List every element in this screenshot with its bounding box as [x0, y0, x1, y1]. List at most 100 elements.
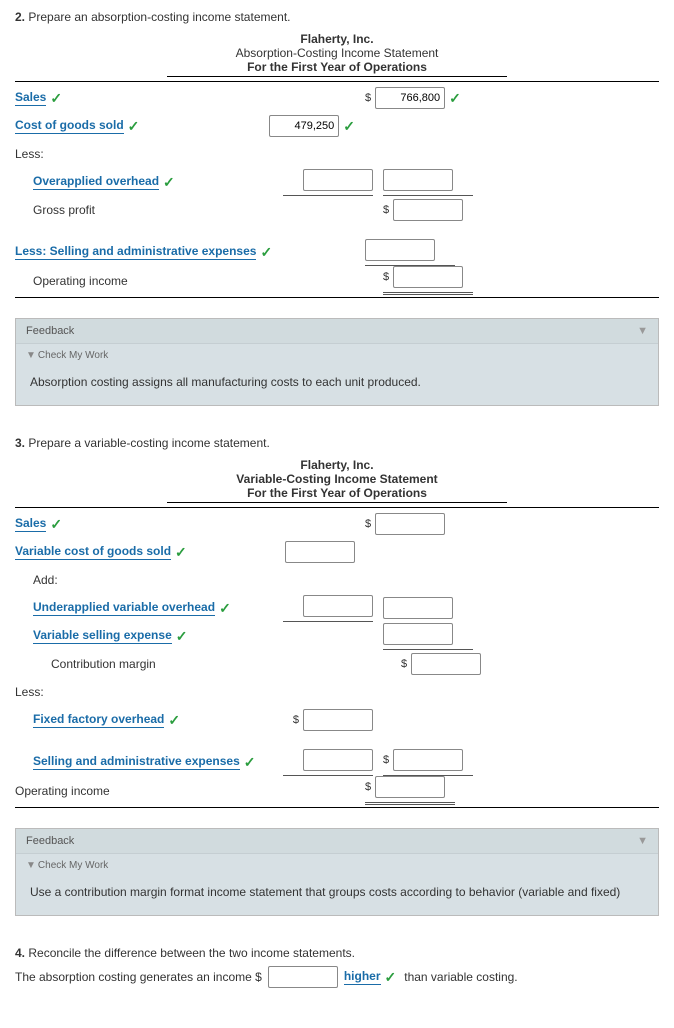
row-overapplied: Overapplied overhead ✓ [15, 168, 659, 196]
feedback-body: Use a contribution margin format income … [16, 877, 658, 915]
currency-symbol: $ [365, 518, 371, 530]
currency-symbol: $ [401, 658, 407, 670]
q-number: 2. [15, 10, 25, 24]
toggle-label: Check My Work [38, 350, 108, 361]
currency-symbol: $ [383, 271, 389, 283]
fixed-foh-input[interactable] [303, 709, 373, 731]
check-icon: ✓ [128, 118, 140, 135]
reconcile-amount-input[interactable] [268, 966, 338, 988]
triangle-icon: ▼ [26, 860, 36, 871]
row-var-sell-exp: Variable selling expense ✓ [15, 622, 659, 650]
question-4: 4. Reconcile the difference between the … [15, 946, 659, 988]
reconcile-answer[interactable]: higher [344, 969, 381, 985]
check-icon: ✓ [50, 90, 62, 107]
cogs-label[interactable]: Cost of goods sold [15, 118, 124, 134]
q4-prompt: 4. Reconcile the difference between the … [15, 946, 659, 960]
feedback-body: Absorption costing assigns all manufactu… [16, 367, 658, 405]
cogs-input[interactable] [269, 115, 339, 137]
check-icon: ✓ [50, 516, 62, 533]
check-icon: ✓ [343, 118, 355, 135]
check-icon: ✓ [385, 969, 397, 986]
currency-symbol: $ [293, 714, 299, 726]
feedback-title: Feedback [26, 325, 74, 337]
check-icon: ✓ [260, 244, 272, 261]
variable-statement: Sales ✓ $ Variable cost of goods sold ✓ … [15, 507, 659, 808]
check-icon: ✓ [175, 544, 187, 561]
feedback-header[interactable]: Feedback ▼ [16, 319, 658, 344]
less-label: Less: [15, 147, 44, 161]
row-contribution-margin: Contribution margin $ [15, 650, 659, 678]
feedback-panel: Feedback ▼ ▼Check My Work Absorption cos… [15, 318, 659, 406]
var-sell-exp-input[interactable] [383, 623, 453, 645]
overapplied-mid-input[interactable] [303, 169, 373, 191]
fixed-foh-label[interactable]: Fixed factory overhead [33, 712, 164, 728]
row-add-label: Add: [15, 566, 659, 594]
row-sga: Less: Selling and administrative expense… [15, 238, 659, 266]
row-sga: Selling and administrative expenses ✓ $ [15, 748, 659, 776]
statement-period: For the First Year of Operations [167, 60, 507, 77]
under-var-oh-label[interactable]: Underapplied variable overhead [33, 600, 215, 616]
question-3: 3. Prepare a variable-costing income sta… [15, 436, 659, 916]
currency-symbol: $ [365, 781, 371, 793]
sales-input[interactable] [375, 513, 445, 535]
q2-prompt: 2. Prepare an absorption-costing income … [15, 10, 659, 24]
under-var-oh-right-input[interactable] [383, 597, 453, 619]
row-operating-income: Operating income $ [15, 776, 659, 805]
toggle-label: Check My Work [38, 860, 108, 871]
vcogs-input[interactable] [285, 541, 355, 563]
op-income-input[interactable] [375, 776, 445, 798]
sentence-part-b: than variable costing. [404, 970, 517, 984]
q-number: 4. [15, 946, 25, 960]
gross-profit-input[interactable] [393, 199, 463, 221]
feedback-panel: Feedback ▼ ▼Check My Work Use a contribu… [15, 828, 659, 916]
check-icon: ✓ [168, 712, 180, 729]
q-text: Prepare a variable-costing income statem… [28, 436, 269, 450]
contrib-label: Contribution margin [51, 657, 156, 671]
sales-label[interactable]: Sales [15, 516, 46, 532]
q-text: Prepare an absorption-costing income sta… [28, 10, 290, 24]
statement-period: For the First Year of Operations [167, 486, 507, 503]
sga-mid-input[interactable] [303, 749, 373, 771]
statement-header: Flaherty, Inc. Variable-Costing Income S… [15, 458, 659, 503]
currency-symbol: $ [383, 204, 389, 216]
chevron-down-icon: ▼ [637, 835, 648, 847]
vcogs-label[interactable]: Variable cost of goods sold [15, 544, 171, 560]
row-cogs: Cost of goods sold ✓ ✓ [15, 112, 659, 140]
sales-label[interactable]: Sales [15, 90, 46, 106]
sga-right-input[interactable] [393, 749, 463, 771]
absorption-statement: Sales ✓ $ ✓ Cost of goods sold ✓ ✓ Less: [15, 81, 659, 298]
feedback-header[interactable]: Feedback ▼ [16, 829, 658, 854]
row-less-label: Less: [15, 140, 659, 168]
check-icon: ✓ [219, 600, 231, 617]
overapplied-right-input[interactable] [383, 169, 453, 191]
statement-title: Variable-Costing Income Statement [15, 472, 659, 486]
overapplied-label[interactable]: Overapplied overhead [33, 174, 159, 190]
op-income-label: Operating income [15, 784, 110, 798]
row-fixed-foh: Fixed factory overhead ✓ $ [15, 706, 659, 734]
question-2: 2. Prepare an absorption-costing income … [15, 10, 659, 406]
check-icon: ✓ [163, 174, 175, 191]
op-income-input[interactable] [393, 266, 463, 288]
contrib-input[interactable] [411, 653, 481, 675]
under-var-oh-mid-input[interactable] [303, 595, 373, 617]
triangle-icon: ▼ [26, 350, 36, 361]
var-sell-exp-label[interactable]: Variable selling expense [33, 628, 172, 644]
row-vcogs: Variable cost of goods sold ✓ [15, 538, 659, 566]
sga-label[interactable]: Less: Selling and administrative expense… [15, 244, 256, 260]
row-sales: Sales ✓ $ ✓ [15, 84, 659, 112]
sga-label[interactable]: Selling and administrative expenses [33, 754, 240, 770]
sga-input[interactable] [365, 239, 435, 261]
add-label: Add: [33, 573, 58, 587]
statement-title: Absorption-Costing Income Statement [15, 46, 659, 60]
statement-header: Flaherty, Inc. Absorption-Costing Income… [15, 32, 659, 77]
check-icon: ✓ [244, 754, 256, 771]
company-name: Flaherty, Inc. [15, 458, 659, 472]
row-under-var-oh: Underapplied variable overhead ✓ [15, 594, 659, 622]
sentence-part-a: The absorption costing generates an inco… [15, 970, 262, 984]
less-label: Less: [15, 685, 44, 699]
q-number: 3. [15, 436, 25, 450]
op-income-label: Operating income [33, 274, 128, 288]
sales-input[interactable] [375, 87, 445, 109]
check-my-work-toggle[interactable]: ▼Check My Work [16, 344, 658, 367]
check-my-work-toggle[interactable]: ▼Check My Work [16, 854, 658, 877]
